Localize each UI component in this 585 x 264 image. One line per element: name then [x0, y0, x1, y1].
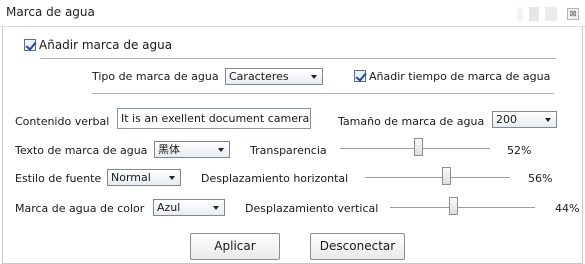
size-label: Tamaño de marca de agua [338, 115, 485, 128]
apply-button[interactable]: Aplicar [190, 233, 280, 260]
vertical-offset-label: Desplazamiento vertical [245, 202, 379, 215]
size-select-value: 200 [496, 113, 517, 126]
window-title: Marca de agua [6, 5, 95, 19]
add-time-label: Añadir tiempo de marca de agua [369, 70, 551, 83]
font-select-value: 黑体 [158, 143, 180, 156]
add-time-checkbox[interactable] [354, 70, 366, 82]
content-label: Contenido verbal [15, 115, 110, 128]
divider-middle [92, 93, 554, 94]
disconnect-button[interactable]: Desconectar [310, 233, 405, 260]
chevron-down-icon [545, 118, 551, 122]
transparency-label: Transparencia [250, 144, 327, 157]
horizontal-offset-track[interactable] [365, 177, 510, 178]
font-style-select-value: Normal [111, 171, 151, 184]
type-select-value: Caracteres [229, 70, 289, 83]
color-select[interactable]: Azul [153, 199, 225, 216]
chevron-down-icon [311, 75, 317, 79]
enable-watermark-label: Añadir marca de agua [39, 38, 173, 52]
vertical-offset-value: 44% [555, 202, 580, 215]
title-decoration [517, 7, 557, 21]
chevron-down-icon [213, 206, 219, 210]
transparency-value: 52% [507, 144, 532, 157]
font-label: Texto de marca de agua [15, 144, 148, 157]
enable-watermark-checkbox[interactable] [24, 39, 36, 51]
type-select[interactable]: Caracteres [225, 68, 323, 85]
divider-top [40, 58, 556, 59]
color-select-value: Azul [157, 201, 181, 214]
horizontal-offset-label: Desplazamiento horizontal [201, 172, 349, 185]
font-style-select[interactable]: Normal [107, 169, 181, 186]
chevron-down-icon [169, 176, 175, 180]
vertical-offset-slider-thumb[interactable] [449, 197, 459, 215]
type-label: Tipo de marca de agua [92, 70, 219, 83]
close-icon[interactable]: ⊠ [567, 8, 579, 20]
content-input[interactable]: It is an exellent document camera [117, 108, 311, 129]
size-select[interactable]: 200 [492, 111, 557, 128]
horizontal-offset-value: 56% [528, 172, 553, 185]
font-select[interactable]: 黑体 [154, 141, 230, 158]
horizontal-offset-slider-thumb[interactable] [441, 167, 451, 185]
transparency-slider-thumb[interactable] [413, 138, 423, 156]
vertical-offset-track[interactable] [390, 207, 535, 208]
font-style-label: Estilo de fuente [15, 172, 102, 185]
title-bar: Marca de agua ⊠ [0, 0, 585, 27]
color-label: Marca de agua de color [15, 202, 145, 215]
chevron-down-icon [218, 148, 224, 152]
